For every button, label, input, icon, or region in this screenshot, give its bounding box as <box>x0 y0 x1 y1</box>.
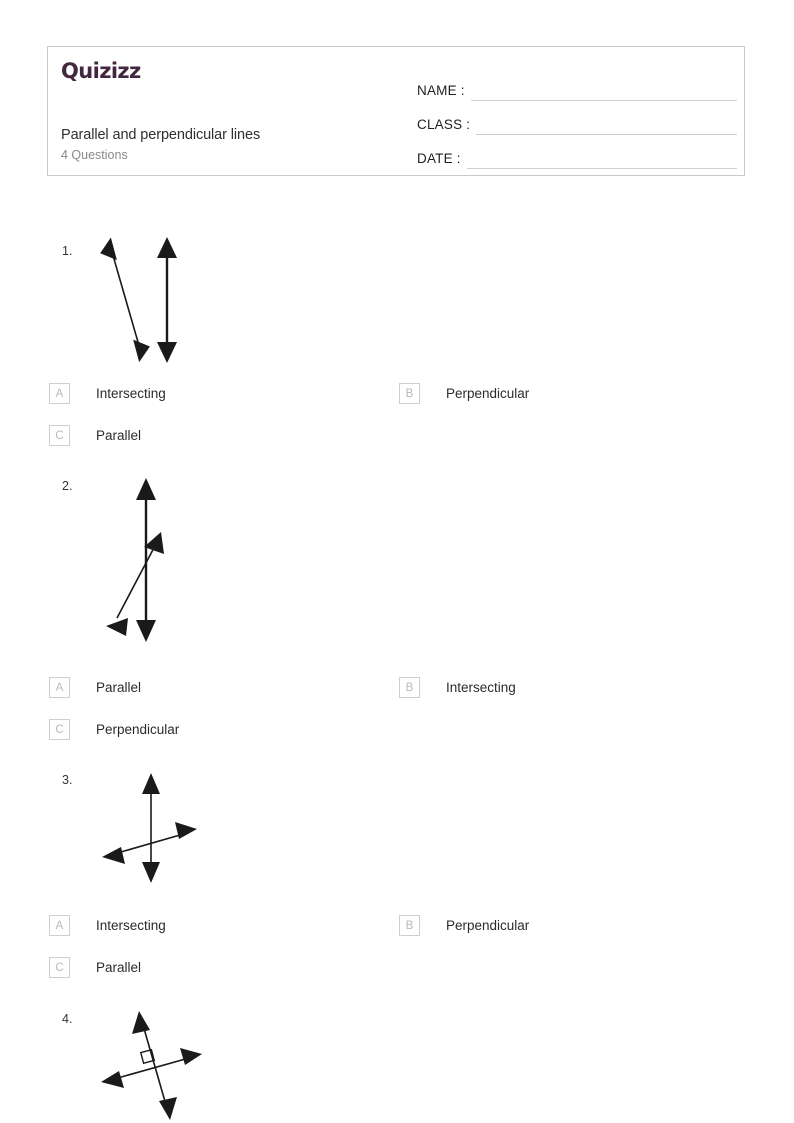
question-1-options: A Intersecting B Perpendicular C Paralle… <box>49 383 749 467</box>
option-b[interactable]: B Perpendicular <box>399 915 749 936</box>
option-row: C Parallel <box>49 425 749 467</box>
arrowhead-up <box>157 237 177 258</box>
arrowhead-down <box>142 862 160 883</box>
class-field-row: CLASS : <box>417 101 737 135</box>
option-c-badge[interactable]: C <box>49 957 70 978</box>
option-a[interactable]: A Intersecting <box>49 915 399 936</box>
option-c-label: Perpendicular <box>96 722 180 737</box>
arrowhead-down <box>159 1097 177 1120</box>
arrowhead-right <box>175 822 197 839</box>
option-a-label: Parallel <box>96 680 142 695</box>
option-c[interactable]: C Parallel <box>49 425 399 446</box>
question-2-number: 2. <box>62 479 73 493</box>
class-field-label: CLASS : <box>417 117 471 132</box>
question-3-number: 3. <box>62 773 73 787</box>
option-a-label: Intersecting <box>96 918 166 933</box>
question-1-figure <box>100 237 177 363</box>
arrowhead-down-left <box>106 618 128 636</box>
date-field-label: DATE : <box>417 151 461 166</box>
option-a-badge[interactable]: A <box>49 677 70 698</box>
question-3-figure <box>102 773 197 883</box>
option-c-badge[interactable]: C <box>49 425 70 446</box>
option-b-badge[interactable]: B <box>399 915 420 936</box>
page-title: Parallel and perpendicular lines <box>61 127 261 143</box>
question-1-number: 1. <box>62 244 73 258</box>
arrowhead-up <box>132 1011 150 1034</box>
worksheet-header-card: Quizizz Parallel and perpendicular lines… <box>47 46 745 176</box>
option-row: C Perpendicular <box>49 719 749 761</box>
question-2-figure <box>106 478 164 642</box>
option-c[interactable]: C Perpendicular <box>49 719 399 740</box>
line-slanted <box>111 251 141 350</box>
option-c[interactable]: C Parallel <box>49 957 399 978</box>
question-4-number: 4. <box>62 1012 73 1026</box>
arrowhead-left <box>102 847 125 864</box>
name-field-label: NAME : <box>417 83 465 98</box>
date-input[interactable] <box>466 146 737 169</box>
class-input[interactable] <box>476 112 737 135</box>
quizizz-logo: Quizizz <box>61 59 141 83</box>
option-row: C Parallel <box>49 957 749 999</box>
arrowhead-down <box>136 620 156 642</box>
arrowhead-up <box>136 478 156 500</box>
option-a[interactable]: A Intersecting <box>49 383 399 404</box>
line-diagonal <box>116 541 158 619</box>
arrowhead-down <box>157 342 177 363</box>
option-c-badge[interactable]: C <box>49 719 70 740</box>
student-info-fields: NAME : CLASS : DATE : <box>417 67 737 169</box>
option-row: A Parallel B Intersecting <box>49 677 749 719</box>
arrowhead-up-left <box>100 237 117 261</box>
option-c-label: Parallel <box>96 428 142 443</box>
question-4-figure <box>101 1011 202 1120</box>
option-b-label: Perpendicular <box>446 918 530 933</box>
question-3-options: A Intersecting B Perpendicular C Paralle… <box>49 915 749 999</box>
option-b-label: Perpendicular <box>446 386 530 401</box>
name-input[interactable] <box>470 78 737 101</box>
option-row: A Intersecting B Perpendicular <box>49 915 749 957</box>
option-a-badge[interactable]: A <box>49 915 70 936</box>
option-b[interactable]: B Intersecting <box>399 677 749 698</box>
name-field-row: NAME : <box>417 67 737 101</box>
option-b-label: Intersecting <box>446 680 516 695</box>
question-count: 4 Questions <box>61 148 128 162</box>
option-a-badge[interactable]: A <box>49 383 70 404</box>
option-b[interactable]: B Perpendicular <box>399 383 749 404</box>
arrowhead-up <box>142 773 160 794</box>
question-2-options: A Parallel B Intersecting C Perpendicula… <box>49 677 749 761</box>
option-a[interactable]: A Parallel <box>49 677 399 698</box>
date-field-row: DATE : <box>417 135 737 169</box>
option-a-label: Intersecting <box>96 386 166 401</box>
arrowhead-left <box>101 1071 124 1088</box>
option-c-label: Parallel <box>96 960 142 975</box>
arrowhead-right <box>180 1048 202 1065</box>
option-b-badge[interactable]: B <box>399 383 420 404</box>
option-b-badge[interactable]: B <box>399 677 420 698</box>
arrowhead-down-right <box>133 339 150 363</box>
option-row: A Intersecting B Perpendicular <box>49 383 749 425</box>
